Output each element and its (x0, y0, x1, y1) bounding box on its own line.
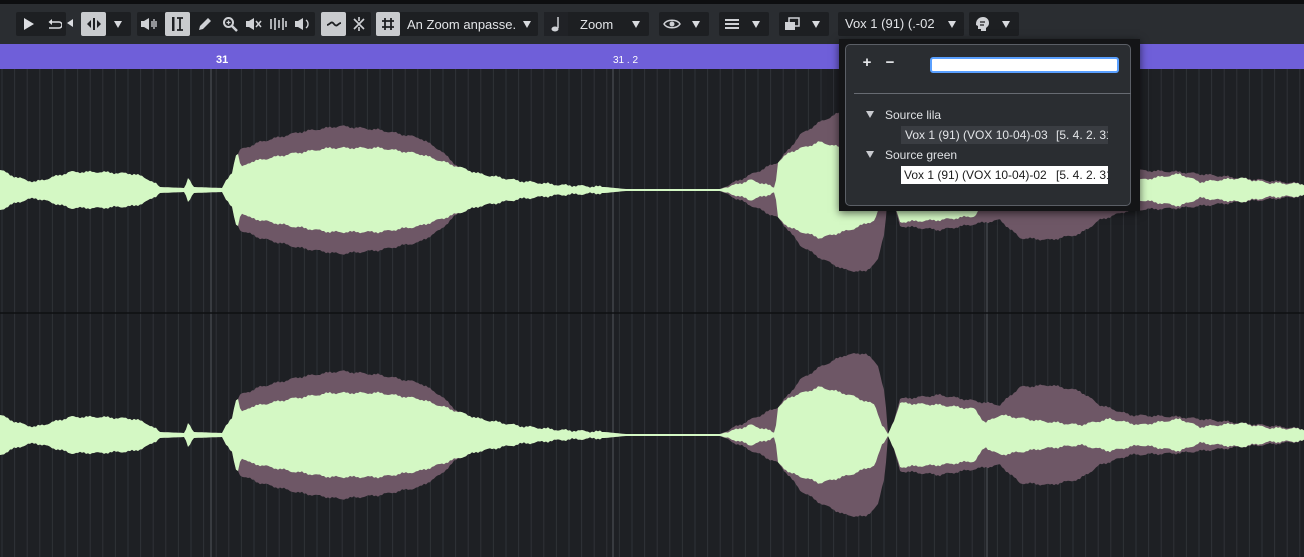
zoom-button[interactable] (217, 12, 242, 36)
entry-position: [5. 4. 2. 31 (1056, 168, 1108, 182)
loop-playback-button[interactable] (41, 12, 66, 36)
edit-tools-group (137, 12, 315, 36)
transport-group (16, 12, 66, 36)
snap-options-group (321, 12, 371, 36)
group-name-source-green: Source green (885, 148, 958, 162)
ruler-beat-label: 31 . 2 (613, 55, 639, 66)
popup-panel: + − Source lila Vox 1 (91) (VOX 10-04)-0… (845, 44, 1131, 206)
speech-group (969, 12, 1019, 36)
visibility-group (659, 12, 709, 36)
layers-dropdown-button[interactable] (744, 12, 769, 36)
ruler-bar-label: 31 (216, 54, 229, 66)
event-selector-popup: + − Source lila Vox 1 (91) (VOX 10-04)-0… (839, 39, 1140, 211)
play-button[interactable] (16, 12, 41, 36)
remove-button[interactable]: − (883, 55, 897, 70)
visibility-eye-icon (662, 19, 681, 29)
loop-playback-icon (48, 19, 62, 29)
entry-name: Vox 1 (91) (VOX 10-04)-02 (904, 168, 1047, 182)
play-tool-icon (294, 18, 309, 30)
chevron-down-icon (114, 21, 122, 28)
waveform-green-channel-2 (0, 386, 1304, 484)
layers-icon (724, 19, 739, 29)
window-layout-icon (784, 17, 800, 30)
snap-type-value: An Zoom anpasse. (407, 16, 517, 32)
event-selector[interactable]: Vox 1 (91) (.-02 (838, 12, 964, 36)
draw-button[interactable] (192, 12, 217, 36)
chevron-down-icon (948, 21, 956, 28)
time-warp-icon (269, 18, 287, 30)
snap-type-select[interactable]: An Zoom anpasse. (400, 12, 538, 36)
range-selection-button[interactable] (165, 12, 190, 36)
tool-dropdown-button[interactable] (106, 12, 131, 36)
chevron-down-icon (632, 21, 640, 28)
chevron-down-icon (523, 21, 531, 28)
zoom-magnifier-icon (222, 17, 238, 32)
play-icon (23, 18, 34, 30)
group-name-source-lila: Source lila (885, 108, 942, 122)
speech-button[interactable] (969, 12, 994, 36)
layers-group (719, 12, 769, 36)
expand-triangle-icon[interactable] (866, 111, 874, 118)
mute-button[interactable] (241, 12, 266, 36)
quantize-note-icon (551, 17, 559, 32)
auto-scroll-icon (67, 19, 73, 27)
chevron-down-icon (752, 21, 760, 28)
play-tool-button[interactable] (290, 12, 315, 36)
popup-divider (854, 93, 1131, 94)
entry-name: Vox 1 (91) (VOX 10-04)-03 (905, 128, 1048, 142)
chevron-down-icon (812, 21, 820, 28)
draw-pencil-icon (198, 18, 211, 30)
auto-select-button[interactable] (346, 12, 371, 36)
chevron-down-icon (692, 21, 700, 28)
window-layout-dropdown-button[interactable] (804, 12, 829, 36)
window-layout-group (779, 12, 829, 36)
window-layout-button[interactable] (779, 12, 804, 36)
visibility-button[interactable] (659, 12, 684, 36)
auto-scroll-toggle[interactable] (67, 14, 75, 27)
quantize-select[interactable]: Zoom (574, 12, 649, 36)
visibility-dropdown-button[interactable] (684, 12, 709, 36)
time-warp-button[interactable] (265, 12, 290, 36)
search-input[interactable] (932, 63, 1121, 75)
speech-dropdown-button[interactable] (994, 12, 1019, 36)
quantize-group: Zoom (544, 12, 649, 36)
quantize-value: Zoom (580, 16, 614, 32)
speech-head-icon (975, 17, 989, 31)
mute-icon (245, 18, 262, 30)
range-selection-icon (171, 17, 183, 31)
speaker-button[interactable] (137, 12, 162, 36)
search-field[interactable] (930, 57, 1121, 75)
entry-position: [5. 4. 2. 31 (1056, 128, 1108, 142)
snap-grid-icon (382, 18, 394, 30)
tools-group (81, 12, 131, 36)
list-item-selected[interactable]: Vox 1 (91) (VOX 10-04)-02 [5. 4. 2. 31 (901, 166, 1108, 184)
snap-group: An Zoom anpasse. (376, 12, 538, 36)
list-item[interactable]: Vox 1 (91) (VOX 10-04)-03 [5. 4. 2. 31 (901, 126, 1108, 144)
chevron-down-icon (1002, 21, 1010, 28)
expand-triangle-icon[interactable] (866, 151, 874, 158)
event-selector-value: Vox 1 (91) (.-02 (845, 16, 935, 31)
add-button[interactable]: + (860, 55, 874, 70)
object-selection-icon (86, 18, 101, 30)
snap-zero-crossing-button[interactable] (321, 12, 346, 36)
toolbar: An Zoom anpasse. Zoom Vox 1 (91) (.-02 (0, 4, 1304, 44)
layers-button[interactable] (719, 12, 744, 36)
snap-to-zero-crossing-icon (326, 21, 341, 27)
snap-toggle-button[interactable] (376, 12, 400, 36)
object-selection-button[interactable] (81, 12, 106, 36)
auto-select-icon (352, 17, 365, 31)
speaker-icon (140, 18, 157, 30)
quantize-note-button[interactable] (544, 12, 568, 36)
waveform-channel-2 (0, 353, 1304, 517)
